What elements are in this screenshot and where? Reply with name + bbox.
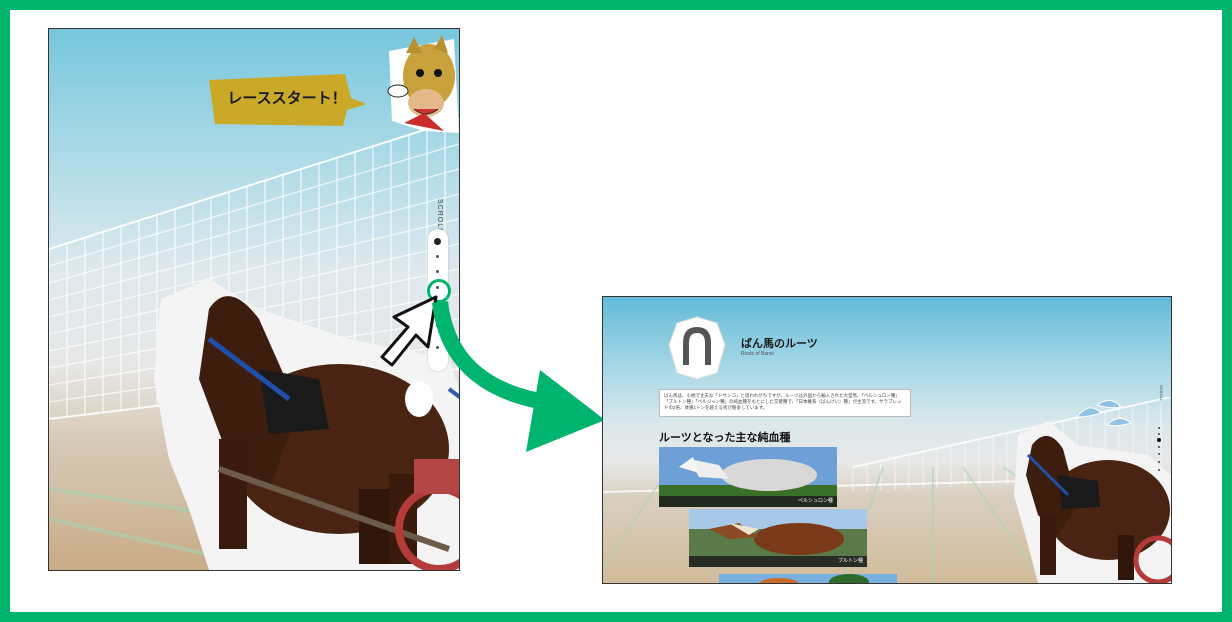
scroll-dot-3[interactable] [436,270,439,273]
breed-photo-third[interactable] [719,571,897,583]
breed-caption: ブルトン種 [689,556,867,567]
scroll-label: SCROLL [436,199,443,234]
scroll-dot-5[interactable] [1158,453,1160,455]
breed-photo-percheron[interactable]: ペルシュロン種 [659,447,837,507]
scroll-dot-2[interactable] [436,255,439,258]
intro-text: ばん馬は、小柄で丈夫な「ドサンコ」と思われがちですが、ルーツは外国から輸入された… [659,389,911,417]
scroll-dot-3[interactable] [1157,438,1161,442]
breed-caption: ペルシュロン種 [659,496,837,507]
scroll-dot-4[interactable] [1158,446,1160,448]
horseshoe-icon [668,316,726,380]
scroll-label: SCROLL [1159,385,1164,402]
speech-bubble-text: レーススタート！ [227,90,347,107]
transition-arrow-icon [432,300,605,452]
scroll-dot-6[interactable] [1158,461,1160,463]
scroll-nav[interactable] [1156,425,1162,475]
scroll-dot-2[interactable] [1158,433,1160,435]
horse-mascot [387,35,459,133]
scroll-dot-1[interactable] [434,238,441,245]
section-heading: ルーツとなった主な純血種 [659,432,791,444]
screenshot-after: ばん馬のルーツ Roots of Banei ばん馬は、小柄で丈夫な「ドサンコ」… [602,296,1172,584]
page-subtitle: Roots of Banei [741,351,774,357]
scroll-dot-7[interactable] [1158,469,1160,471]
page-title: ばん馬のルーツ [741,338,818,350]
screenshot-before: レーススタート！ SCROLL [48,28,460,571]
scroll-dot-1[interactable] [1158,427,1160,429]
draft-horse-image [1014,421,1171,583]
breed-photo-breton[interactable]: ブルトン種 [689,509,867,567]
